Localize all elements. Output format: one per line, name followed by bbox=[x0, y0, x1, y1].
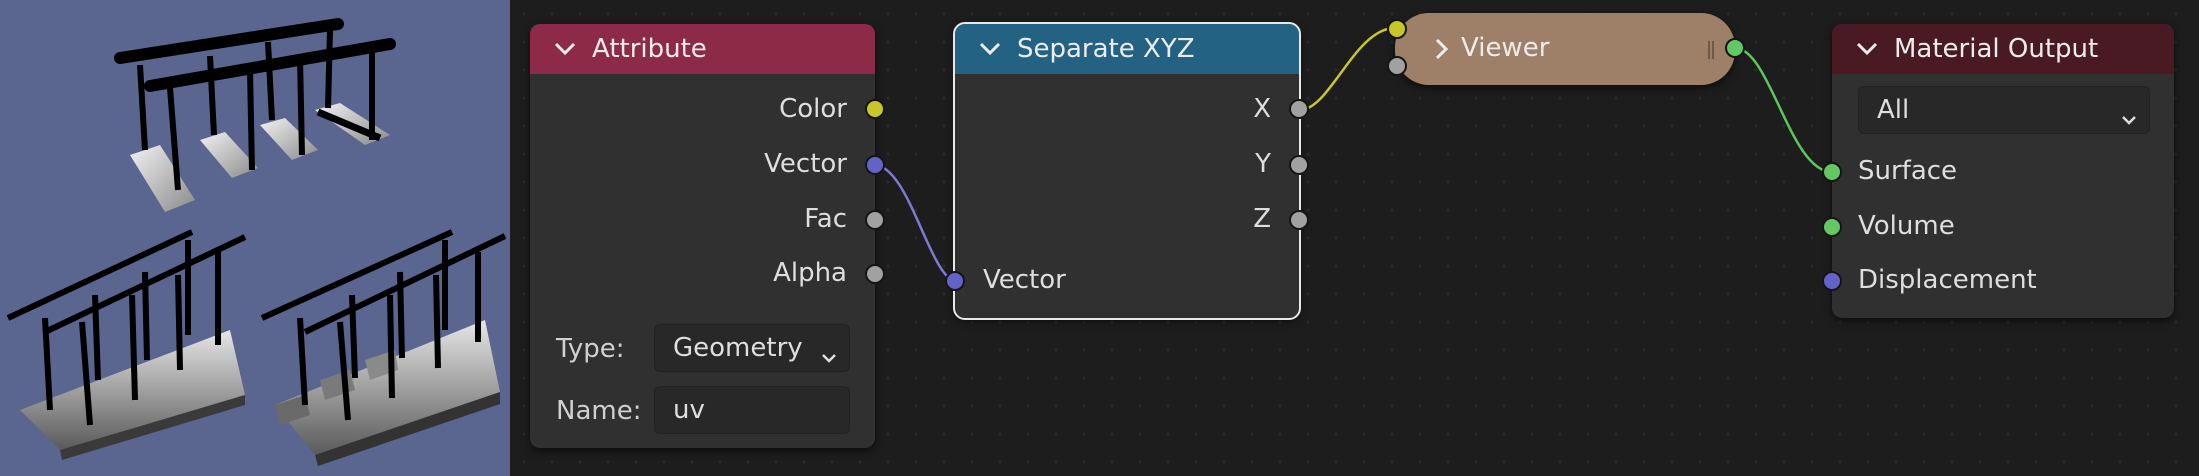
shader-node-editor[interactable]: Attribute Color Vector Fac Alpha Type: G… bbox=[510, 0, 2199, 476]
separate-xyz-node-header[interactable]: Separate XYZ bbox=[955, 24, 1299, 74]
output-z-label: Z bbox=[1253, 204, 1271, 234]
drag-handle-icon[interactable] bbox=[1707, 39, 1715, 65]
output-x-label: X bbox=[1253, 94, 1271, 124]
material-output-node[interactable]: Material Output All Surface Volume Displ… bbox=[1822, 24, 2174, 318]
attribute-node[interactable]: Attribute Color Vector Fac Alpha Type: G… bbox=[530, 24, 885, 448]
viewer-node-title: Viewer bbox=[1461, 33, 1550, 63]
output-alpha-label: Alpha bbox=[773, 258, 847, 288]
socket-x-output[interactable] bbox=[1289, 99, 1309, 119]
name-label: Name: bbox=[556, 396, 642, 426]
attribute-node-title: Attribute bbox=[592, 34, 707, 64]
socket-y-output[interactable] bbox=[1289, 155, 1309, 175]
railing-object-bottom-left bbox=[6, 229, 247, 460]
target-dropdown[interactable]: All bbox=[1858, 86, 2150, 134]
chevron-down-icon[interactable] bbox=[979, 42, 1005, 56]
material-output-node-header[interactable]: Material Output bbox=[1832, 24, 2174, 74]
socket-color-output[interactable] bbox=[865, 99, 885, 119]
socket-vector-output[interactable] bbox=[865, 155, 885, 175]
name-input[interactable]: uv bbox=[654, 386, 850, 434]
viewport-render bbox=[6, 18, 507, 466]
3d-viewport[interactable] bbox=[0, 0, 510, 476]
socket-viewer-input-1[interactable] bbox=[1387, 19, 1407, 39]
separate-xyz-node[interactable]: Separate XYZ X Y Z Vector bbox=[945, 22, 1309, 320]
type-dropdown-value: Geometry bbox=[673, 333, 803, 363]
socket-alpha-output[interactable] bbox=[865, 264, 885, 284]
input-volume-label: Volume bbox=[1858, 211, 1955, 241]
type-dropdown[interactable]: Geometry bbox=[654, 324, 850, 372]
material-output-node-title: Material Output bbox=[1894, 34, 2099, 64]
input-vector-label: Vector bbox=[983, 265, 1066, 295]
output-vector-label: Vector bbox=[764, 149, 847, 179]
target-dropdown-value: All bbox=[1877, 95, 1910, 125]
output-color-label: Color bbox=[779, 94, 847, 124]
output-fac-label: Fac bbox=[804, 204, 847, 234]
separate-xyz-node-title: Separate XYZ bbox=[1017, 34, 1195, 64]
input-displacement-label: Displacement bbox=[1858, 265, 2037, 295]
socket-viewer-output[interactable] bbox=[1725, 38, 1745, 58]
chevron-right-icon[interactable] bbox=[1435, 38, 1449, 64]
viewer-node[interactable]: Viewer bbox=[1387, 13, 1745, 85]
attribute-node-header[interactable]: Attribute bbox=[530, 24, 875, 74]
socket-vector-input[interactable] bbox=[945, 271, 965, 291]
link-vector bbox=[873, 163, 959, 284]
link-viewer-surface bbox=[1734, 46, 1833, 174]
chevron-down-icon bbox=[821, 342, 837, 372]
output-y-label: Y bbox=[1255, 149, 1271, 179]
name-input-value: uv bbox=[673, 395, 705, 425]
chevron-down-icon[interactable] bbox=[554, 42, 580, 56]
type-label: Type: bbox=[556, 334, 625, 364]
chevron-down-icon bbox=[2121, 104, 2137, 134]
socket-volume-input[interactable] bbox=[1822, 217, 1842, 237]
link-x-viewer bbox=[1299, 26, 1396, 112]
railing-object-top bbox=[114, 18, 396, 212]
input-surface-label: Surface bbox=[1858, 156, 1958, 186]
railing-object-bottom-right bbox=[260, 229, 507, 466]
socket-displacement-input[interactable] bbox=[1822, 271, 1842, 291]
socket-viewer-input-2[interactable] bbox=[1387, 56, 1407, 76]
socket-z-output[interactable] bbox=[1289, 210, 1309, 230]
socket-fac-output[interactable] bbox=[865, 210, 885, 230]
socket-surface-input[interactable] bbox=[1822, 162, 1842, 182]
chevron-down-icon[interactable] bbox=[1856, 42, 1882, 56]
